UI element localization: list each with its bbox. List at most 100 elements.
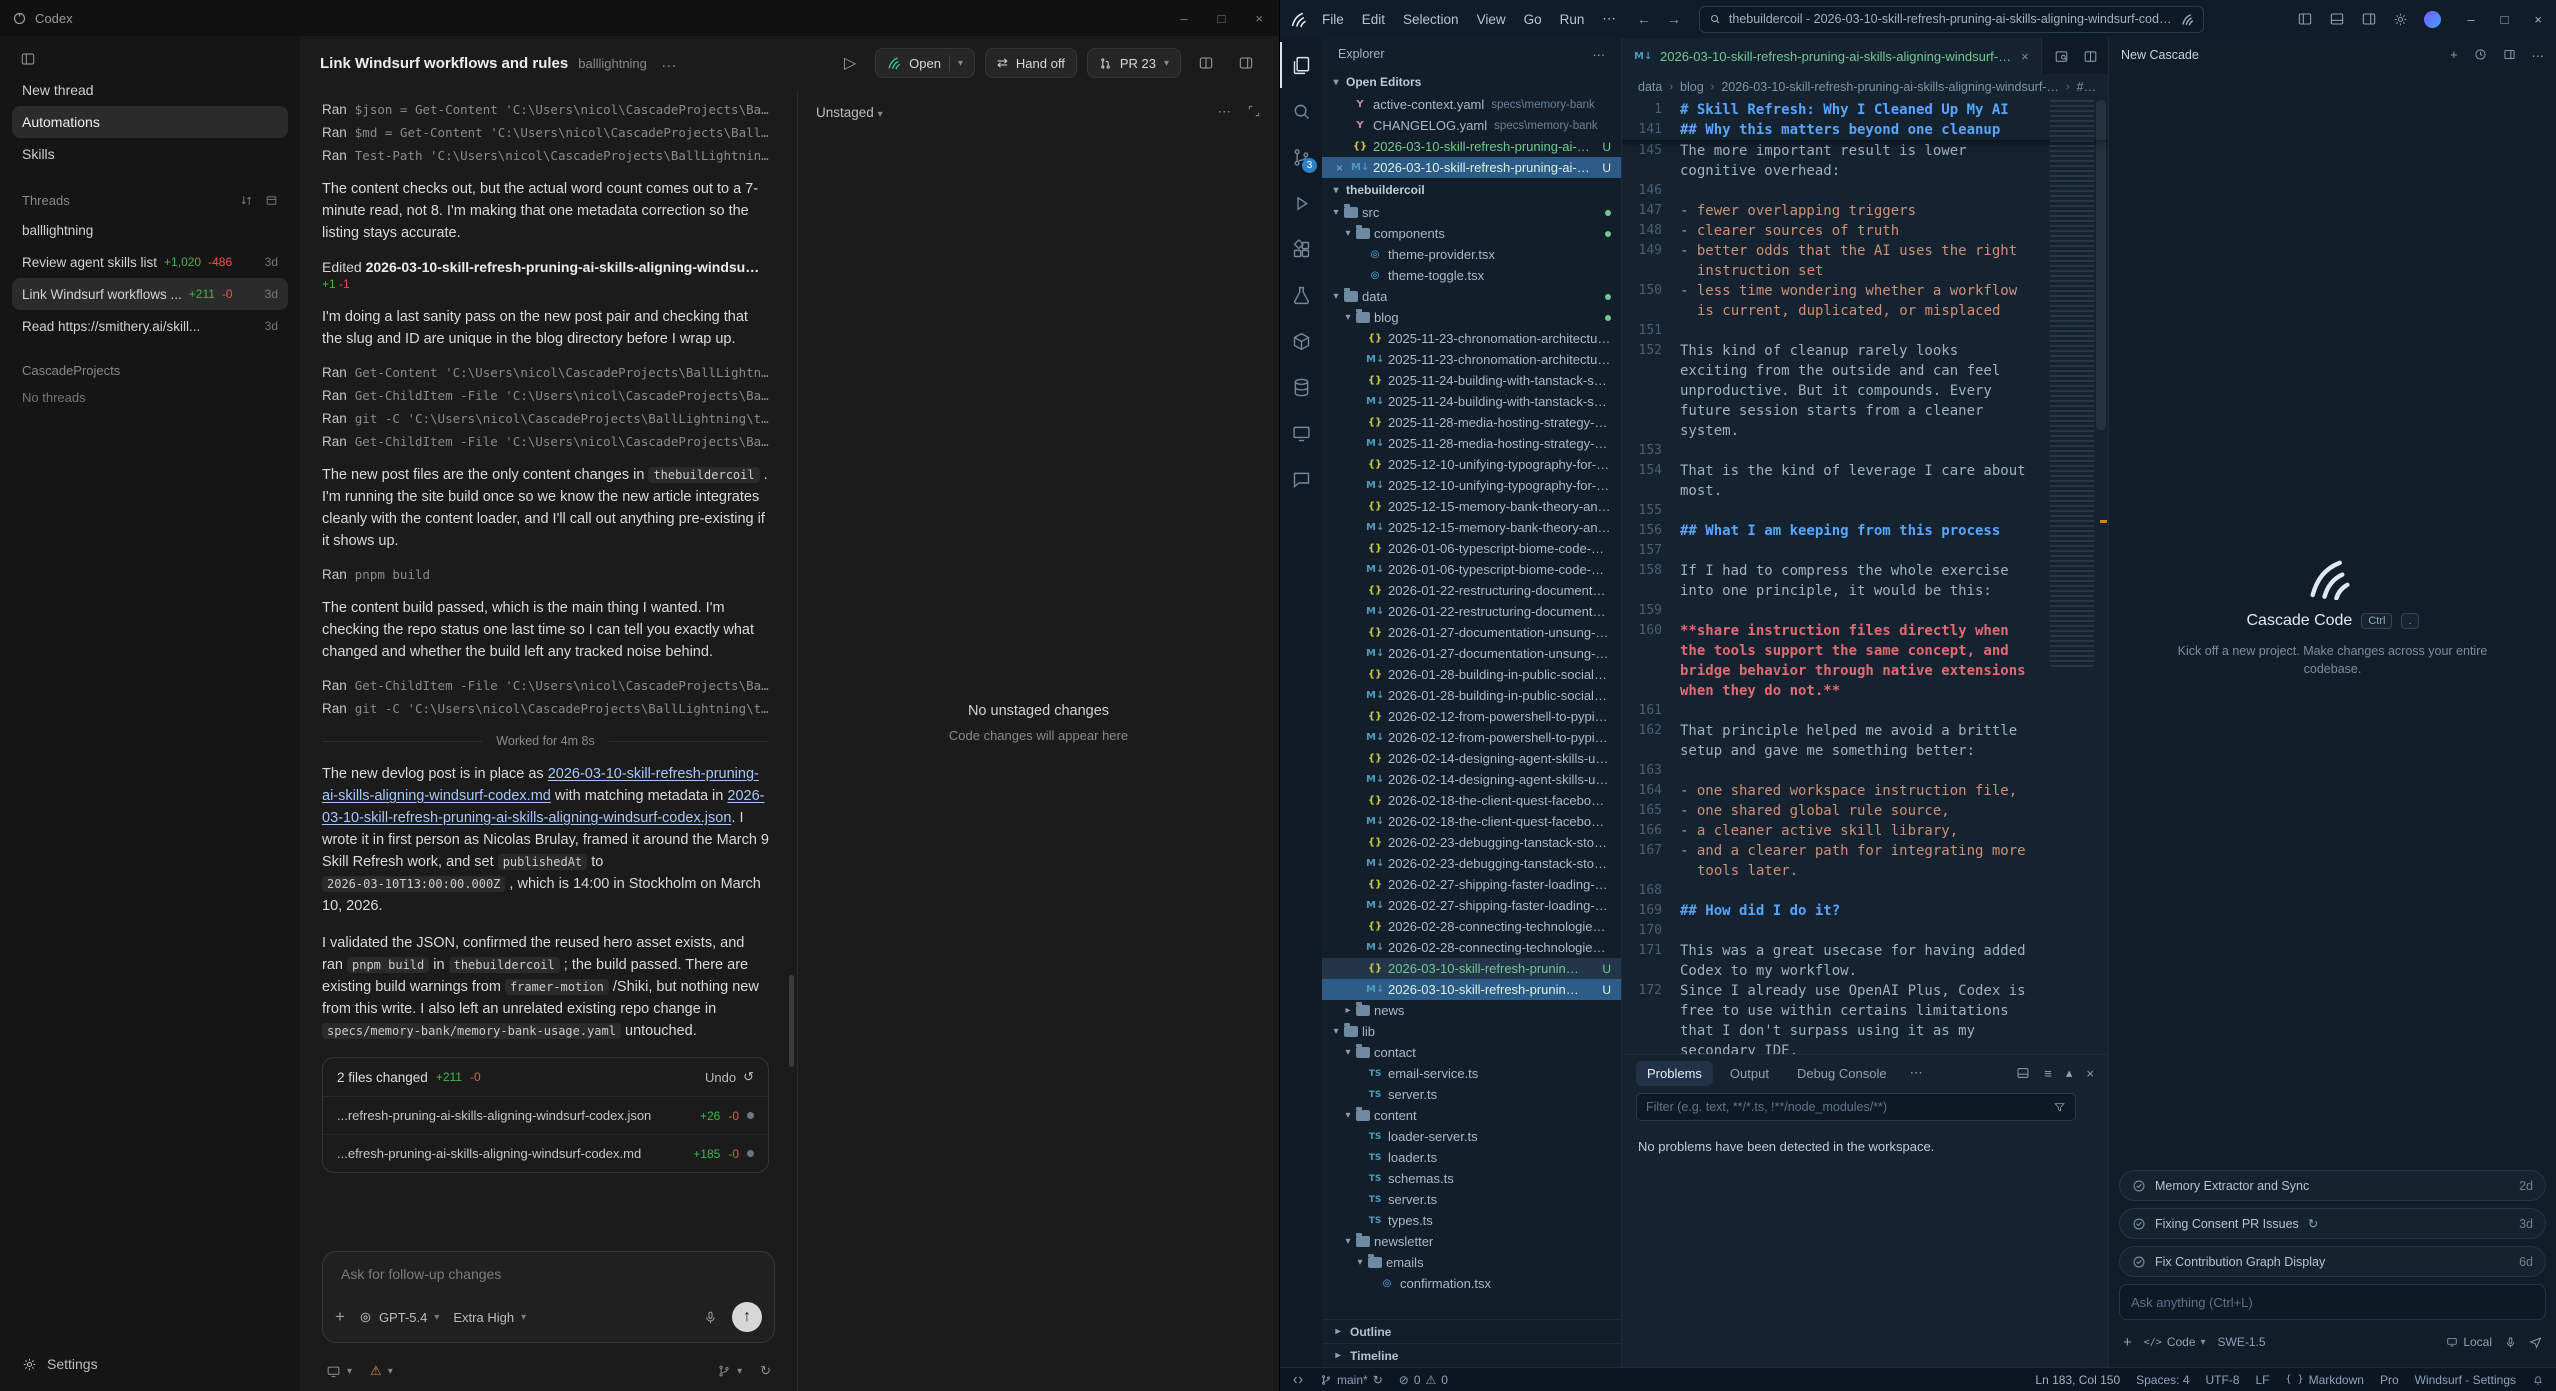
refresh-icon[interactable]: ↻ <box>760 1363 771 1379</box>
menu-item[interactable]: Run <box>1551 6 1594 32</box>
tree-row[interactable]: TSschemas.ts <box>1322 1168 1621 1189</box>
sort-threads-icon[interactable] <box>240 194 253 207</box>
bell-icon[interactable] <box>2532 1374 2544 1386</box>
activity-remote-icon[interactable] <box>1280 410 1322 456</box>
minimap[interactable] <box>2050 100 2094 670</box>
tree-row[interactable]: {}2026-01-27-documentation-unsung-… <box>1322 622 1621 643</box>
tree-row[interactable]: M↓2026-01-27-documentation-unsung-… <box>1322 643 1621 664</box>
tree-row[interactable]: M↓2026-01-28-building-in-public-social… <box>1322 685 1621 706</box>
sidebar-thread[interactable]: Read https://smithery.ai/skill...3d <box>12 310 288 342</box>
nav-back-icon[interactable]: ← <box>1637 11 1651 27</box>
command-search-input[interactable]: thebuildercoil - 2026-03-10-skill-refres… <box>1699 6 2204 33</box>
sidebar-item-automations[interactable]: Automations <box>12 106 288 138</box>
settings-button[interactable]: Settings <box>12 1347 288 1381</box>
tree-row[interactable]: ▾components <box>1322 223 1621 244</box>
undo-button[interactable]: Undo↺ <box>705 1069 754 1085</box>
branch-selector[interactable]: ▾ <box>717 1364 742 1378</box>
minimize-button[interactable]: – <box>1180 11 1187 26</box>
timeline-section[interactable]: ▸Timeline <box>1322 1343 1621 1367</box>
collapse-threads-icon[interactable] <box>265 194 278 207</box>
tree-row[interactable]: M↓2025-11-23-chronomation-architectu… <box>1322 349 1621 370</box>
panel-tab-output[interactable]: Output <box>1719 1061 1780 1086</box>
minimize-button[interactable]: – <box>2467 12 2474 27</box>
toggle-secondary-sidebar-icon[interactable] <box>2361 11 2377 27</box>
send-button[interactable]: ↑ <box>732 1302 762 1332</box>
close-tab-icon[interactable]: × <box>2021 49 2029 64</box>
tree-row[interactable]: {}2026-03-10-skill-refresh-prunin…U <box>1322 958 1621 979</box>
tree-row[interactable]: {}2025-12-15-memory-bank-theory-an… <box>1322 496 1621 517</box>
problems-filter-input[interactable]: Filter (e.g. text, **/*.ts, !**/node_mod… <box>1636 1093 2076 1121</box>
close-icon[interactable]: × <box>1336 161 1351 175</box>
cascade-model-selector[interactable]: SWE-1.5 <box>2218 1335 2266 1349</box>
tree-row[interactable]: {}2025-11-23-chronomation-architectu… <box>1322 328 1621 349</box>
activity-run-debug-icon[interactable] <box>1280 180 1322 226</box>
tree-row[interactable]: M↓2025-12-15-memory-bank-theory-an… <box>1322 517 1621 538</box>
tree-row[interactable]: {}2026-02-12-from-powershell-to-pypi… <box>1322 706 1621 727</box>
breadcrumb-segment[interactable]: blog <box>1680 80 1704 94</box>
close-button[interactable]: × <box>1255 11 1263 26</box>
menu-item[interactable]: View <box>1468 6 1515 32</box>
sidebar-item-new-thread[interactable]: New thread <box>12 74 288 106</box>
tree-row[interactable]: M↓2025-12-10-unifying-typography-for-… <box>1322 475 1621 496</box>
open-editor-row[interactable]: {}2026-03-10-skill-refresh-pruning-ai-…U <box>1322 136 1621 157</box>
encoding-status[interactable]: UTF-8 <box>2206 1373 2240 1387</box>
composer[interactable]: Ask for follow-up changes + GPT-5.4 ▾ Ex… <box>322 1251 775 1343</box>
menu-item[interactable]: Edit <box>1353 6 1394 32</box>
cascade-more-icon[interactable]: ⋯ <box>2532 48 2545 63</box>
close-button[interactable]: × <box>2534 12 2542 27</box>
tree-row[interactable]: TStypes.ts <box>1322 1210 1621 1231</box>
tree-row[interactable]: ◎theme-provider.tsx <box>1322 244 1621 265</box>
composer-input[interactable]: Ask for follow-up changes <box>335 1264 762 1302</box>
editor[interactable]: 1# Skill Refresh: Why I Cleaned Up My AI… <box>1622 100 2108 1054</box>
tree-row[interactable]: {}2025-11-28-media-hosting-strategy-… <box>1322 412 1621 433</box>
cascade-add-icon[interactable]: + <box>2123 1334 2132 1351</box>
open-editor-row[interactable]: Yactive-context.yamlspecs\memory-bank <box>1322 94 1621 115</box>
file-link[interactable]: 2026-03-10-skill-refresh-pruning-ai-skil… <box>366 259 760 275</box>
sidebar-item-skills[interactable]: Skills <box>12 138 288 170</box>
activity-database-icon[interactable] <box>1280 364 1322 410</box>
diff-file-row[interactable]: ...refresh-pruning-ai-skills-aligning-wi… <box>323 1097 768 1135</box>
chat-scrollbar[interactable] <box>789 975 794 1067</box>
cascade-history-icon[interactable] <box>2474 48 2487 63</box>
toggle-sidebar-icon[interactable] <box>2297 11 2313 27</box>
tree-row[interactable]: M↓2026-02-28-connecting-technologies… <box>1322 937 1621 958</box>
activity-source-control-icon[interactable]: 3 <box>1280 134 1322 180</box>
tree-row[interactable]: ▾content <box>1322 1105 1621 1126</box>
activity-search-icon[interactable] <box>1280 88 1322 134</box>
tree-row[interactable]: M↓2026-01-22-restructuring-documenta… <box>1322 601 1621 622</box>
tree-row[interactable]: TSserver.ts <box>1322 1084 1621 1105</box>
tree-row[interactable]: M↓2026-02-27-shipping-faster-loading-… <box>1322 895 1621 916</box>
tree-row[interactable]: ▾blog <box>1322 307 1621 328</box>
local-toggle[interactable]: Local <box>2446 1335 2492 1349</box>
thread-menu-icon[interactable]: … <box>657 54 681 72</box>
open-editor-row[interactable]: YCHANGELOG.yamlspecs\memory-bank <box>1322 115 1621 136</box>
tree-row[interactable]: ▾src <box>1322 202 1621 223</box>
cascade-input[interactable]: Ask anything (Ctrl+L) <box>2119 1284 2546 1320</box>
nav-forward-icon[interactable]: → <box>1667 11 1681 27</box>
activity-docker-icon[interactable] <box>1280 318 1322 364</box>
warnings-selector[interactable]: ⚠ ▾ <box>370 1363 393 1379</box>
recent-conversation[interactable]: Fix Contribution Graph Display6d <box>2119 1246 2546 1277</box>
panel-tab-problems[interactable]: Problems <box>1636 1061 1713 1086</box>
tree-row[interactable]: ▾newsletter <box>1322 1231 1621 1252</box>
new-cascade-icon[interactable]: + <box>2450 48 2457 63</box>
panel-close-icon[interactable]: × <box>2086 1066 2094 1081</box>
tree-row[interactable]: {}2026-02-28-connecting-technologies… <box>1322 916 1621 937</box>
windsurf-settings-status[interactable]: Windsurf - Settings <box>2415 1373 2516 1387</box>
tree-row[interactable]: {}2026-02-23-debugging-tanstack-stor… <box>1322 832 1621 853</box>
tree-row[interactable]: M↓2026-01-06-typescript-biome-code-… <box>1322 559 1621 580</box>
tree-row[interactable]: M↓2025-11-24-building-with-tanstack-s… <box>1322 391 1621 412</box>
sync-icon[interactable]: ↻ <box>1373 1373 1383 1387</box>
breadcrumb-segment[interactable]: data <box>1638 80 1662 94</box>
sidebar-toggle-icon[interactable] <box>12 44 288 74</box>
model-selector[interactable]: GPT-5.4 ▾ <box>359 1310 439 1325</box>
settings-gear-icon[interactable] <box>2393 12 2408 27</box>
mic-icon[interactable] <box>703 1310 718 1325</box>
tree-row[interactable]: TSloader-server.ts <box>1322 1126 1621 1147</box>
problems-status[interactable]: ⊘0 ⚠0 <box>1399 1373 1448 1387</box>
maximize-button[interactable]: □ <box>1218 11 1226 26</box>
editor-tab[interactable]: M↓ 2026-03-10-skill-refresh-pruning-ai-s… <box>1622 38 2042 74</box>
tree-row[interactable]: ▾emails <box>1322 1252 1621 1273</box>
tree-row[interactable]: M↓2025-11-28-media-hosting-strategy-… <box>1322 433 1621 454</box>
tree-row[interactable]: M↓2026-02-12-from-powershell-to-pypi… <box>1322 727 1621 748</box>
